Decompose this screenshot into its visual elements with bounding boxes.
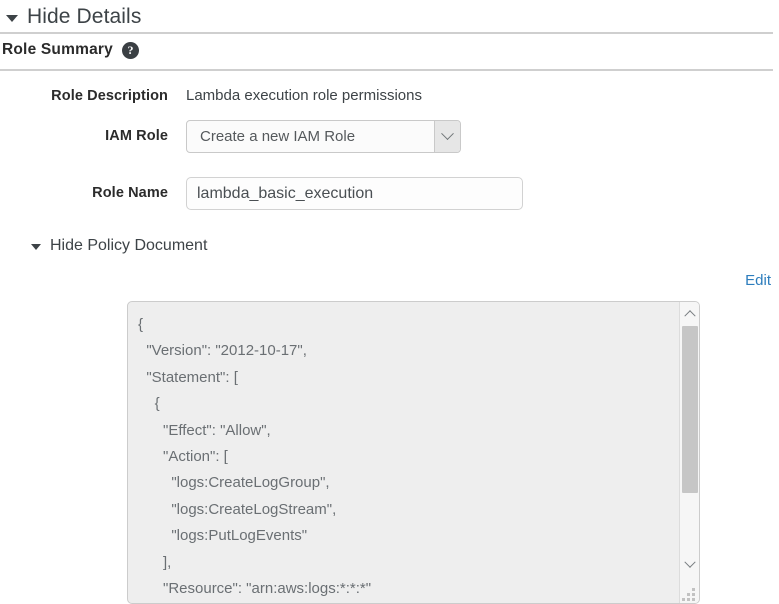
chevron-down-icon[interactable] xyxy=(434,121,460,152)
chevron-down-icon[interactable] xyxy=(680,555,699,575)
resize-grip-icon[interactable] xyxy=(680,584,698,602)
question-mark-circle-icon[interactable]: ? xyxy=(121,41,139,59)
role-name-label: Role Name xyxy=(92,185,168,201)
hide-details-label: Hide Details xyxy=(27,5,142,28)
policy-document-textarea[interactable]: { "Version": "2012-10-17", "Statement": … xyxy=(128,302,680,603)
role-description-value: Lambda execution role permissions xyxy=(186,87,422,104)
hide-policy-document-label: Hide Policy Document xyxy=(50,237,208,254)
role-summary-panel: Hide Details Role Summary ? Role Descrip… xyxy=(0,0,779,604)
role-description-row: Role Description Lambda execution role p… xyxy=(0,85,779,107)
caret-down-icon xyxy=(6,14,18,22)
role-description-label: Role Description xyxy=(51,88,168,104)
chevron-up-icon[interactable] xyxy=(680,303,699,323)
edit-policy-link[interactable]: Edit xyxy=(745,272,771,289)
scrollbar-thumb[interactable] xyxy=(682,326,698,493)
divider-top xyxy=(0,32,773,34)
role-name-row: Role Name xyxy=(0,177,779,210)
iam-role-label: IAM Role xyxy=(105,128,168,144)
divider-mid xyxy=(0,69,773,71)
iam-role-row: IAM Role Create a new IAM Role xyxy=(0,120,779,153)
role-name-input[interactable] xyxy=(186,177,523,210)
policy-document-scrollbar[interactable] xyxy=(679,302,699,603)
page-title: Role Summary xyxy=(2,41,113,58)
role-summary-heading: Role Summary ? xyxy=(2,41,139,59)
caret-down-icon xyxy=(31,244,41,250)
iam-role-selected-value: Create a new IAM Role xyxy=(200,128,356,145)
policy-document-container: { "Version": "2012-10-17", "Statement": … xyxy=(127,301,700,604)
hide-details-toggle[interactable]: Hide Details xyxy=(6,2,141,32)
hide-policy-document-toggle[interactable]: Hide Policy Document xyxy=(31,237,207,255)
iam-role-select[interactable]: Create a new IAM Role xyxy=(186,120,461,153)
